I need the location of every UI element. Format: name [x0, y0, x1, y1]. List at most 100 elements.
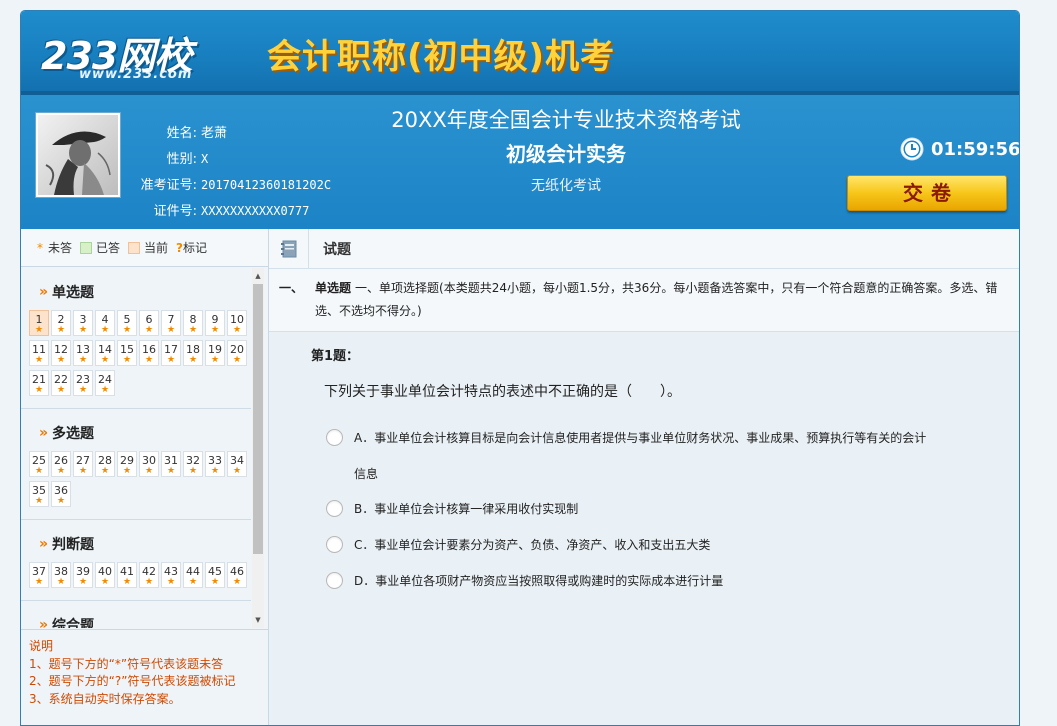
- question-button[interactable]: 25 ★: [29, 451, 49, 477]
- question-button[interactable]: 4 ★: [95, 310, 115, 336]
- instructions-note: 说明 1、题号下方的“*”符号代表该题未答 2、题号下方的“?”符号代表该题被标…: [21, 629, 268, 725]
- question-button[interactable]: 5 ★: [117, 310, 137, 336]
- question-button[interactable]: 8 ★: [183, 310, 203, 336]
- unanswered-star-icon: ★: [78, 577, 88, 587]
- question-mark-icon: ?: [176, 240, 184, 255]
- question-number-label: 28: [98, 454, 112, 467]
- unanswered-star-icon: ★: [122, 466, 132, 476]
- question-grid: 25 ★ 26 ★ 27 ★ 28 ★ 29 ★ 30 ★ 31 ★ 32 ★ 33 ★ 34 ★ 35 ★ 36 ★: [29, 451, 251, 511]
- question-button[interactable]: 1 ★: [29, 310, 49, 336]
- question-button[interactable]: 9 ★: [205, 310, 225, 336]
- legend-current: 当前: [128, 239, 168, 256]
- question-button[interactable]: 15 ★: [117, 340, 137, 366]
- question-button[interactable]: 19 ★: [205, 340, 225, 366]
- section-title: » 单选题: [39, 282, 251, 302]
- question-button[interactable]: 18 ★: [183, 340, 203, 366]
- unanswered-star-icon: ★: [210, 355, 220, 365]
- question-button[interactable]: 27 ★: [73, 451, 93, 477]
- question-button[interactable]: 29 ★: [117, 451, 137, 477]
- option-c-radio[interactable]: [326, 536, 343, 553]
- exam-type: 无纸化考试: [531, 178, 601, 194]
- question-button[interactable]: 23 ★: [73, 370, 93, 396]
- option-d-radio[interactable]: [326, 572, 343, 589]
- question-button[interactable]: 24 ★: [95, 370, 115, 396]
- question-button[interactable]: 13 ★: [73, 340, 93, 366]
- option-b[interactable]: B．事业单位会计核算一律采用收付实现制: [326, 500, 578, 518]
- unanswered-star-icon: ★: [100, 385, 110, 395]
- notebook-icon: [280, 240, 296, 257]
- question-number-label: 43: [164, 565, 178, 578]
- question-number-label: 10: [230, 313, 244, 326]
- question-button[interactable]: 10 ★: [227, 310, 247, 336]
- unanswered-star-icon: ★: [188, 466, 198, 476]
- question-button[interactable]: 22 ★: [51, 370, 71, 396]
- question-button[interactable]: 3 ★: [73, 310, 93, 336]
- question-button[interactable]: 42 ★: [139, 562, 159, 588]
- unanswered-star-icon: ★: [56, 355, 66, 365]
- option-a-text[interactable]: A．事业单位会计核算目标是向会计信息使用者提供与事业单位财务状况、事业成果、预算…: [354, 420, 934, 492]
- scrollbar-thumb[interactable]: [253, 284, 263, 554]
- option-b-radio[interactable]: [326, 500, 343, 517]
- section-title-label: 单选题: [52, 285, 95, 301]
- question-button[interactable]: 16 ★: [139, 340, 159, 366]
- question-button[interactable]: 20 ★: [227, 340, 247, 366]
- question-button[interactable]: 34 ★: [227, 451, 247, 477]
- question-list-scrollbar[interactable]: ▲ ▼: [252, 268, 264, 628]
- question-button[interactable]: 30 ★: [139, 451, 159, 477]
- question-button[interactable]: 40 ★: [95, 562, 115, 588]
- unanswered-star-icon: ★: [122, 355, 132, 365]
- question-number-label: 1: [35, 313, 43, 326]
- question-button[interactable]: 17 ★: [161, 340, 181, 366]
- question-button[interactable]: 6 ★: [139, 310, 159, 336]
- scroll-down-icon[interactable]: ▼: [253, 614, 263, 626]
- unanswered-star-icon: ★: [78, 466, 88, 476]
- unanswered-star-icon: ★: [56, 466, 66, 476]
- question-button[interactable]: 14 ★: [95, 340, 115, 366]
- question-button[interactable]: 12 ★: [51, 340, 71, 366]
- question-button[interactable]: 38 ★: [51, 562, 71, 588]
- question-button[interactable]: 11 ★: [29, 340, 49, 366]
- candidate-info-panel: 姓名: 老萧 性别: X 准考证号: 20170412360181202C 证件号: X…: [21, 95, 1019, 229]
- option-a[interactable]: A．事业单位会计核算目标是向会计信息使用者提供与事业单位财务状况、事业成果、预算…: [326, 429, 934, 492]
- question-button[interactable]: 26 ★: [51, 451, 71, 477]
- question-number-label: 5: [123, 313, 131, 326]
- exam-subject: 初级会计实务: [506, 142, 626, 166]
- question-number-label: 24: [98, 373, 112, 386]
- question-button[interactable]: 2 ★: [51, 310, 71, 336]
- question-button[interactable]: 28 ★: [95, 451, 115, 477]
- question-button[interactable]: 31 ★: [161, 451, 181, 477]
- question-button[interactable]: 44 ★: [183, 562, 203, 588]
- question-button[interactable]: 45 ★: [205, 562, 225, 588]
- question-number-label: 3: [79, 313, 87, 326]
- question-button[interactable]: 32 ★: [183, 451, 203, 477]
- unanswered-star-icon: ★: [144, 577, 154, 587]
- unanswered-star-icon: ★: [210, 325, 220, 335]
- question-button[interactable]: 35 ★: [29, 481, 49, 507]
- question-button[interactable]: 39 ★: [73, 562, 93, 588]
- question-button[interactable]: 37 ★: [29, 562, 49, 588]
- answered-swatch-icon: [80, 241, 93, 254]
- question-button[interactable]: 7 ★: [161, 310, 181, 336]
- scroll-up-icon[interactable]: ▲: [253, 270, 263, 282]
- question-button[interactable]: 36 ★: [51, 481, 71, 507]
- clock-icon: [900, 137, 924, 161]
- option-c[interactable]: C．事业单位会计要素分为资产、负债、净资产、收入和支出五大类: [326, 536, 710, 554]
- option-c-text[interactable]: C．事业单位会计要素分为资产、负债、净资产、收入和支出五大类: [354, 536, 710, 554]
- unanswered-star-icon: ★: [78, 355, 88, 365]
- question-number-label: 18: [186, 343, 200, 356]
- option-d-text[interactable]: D．事业单位各项财产物资应当按照取得或购建时的实际成本进行计量: [354, 572, 723, 590]
- question-button[interactable]: 33 ★: [205, 451, 225, 477]
- submit-exam-button[interactable]: 交卷: [847, 175, 1007, 211]
- option-d[interactable]: D．事业单位各项财产物资应当按照取得或购建时的实际成本进行计量: [326, 572, 723, 590]
- section-title-label: 判断题: [52, 537, 95, 553]
- question-button[interactable]: 46 ★: [227, 562, 247, 588]
- double-chevron-icon: »: [39, 284, 49, 300]
- question-list[interactable]: » 单选题 1 ★ 2 ★ 3 ★ 4 ★ 5 ★ 6 ★ 7 ★ 8 ★ 9 ★ 10 ★ 11 ★ 12 ★ 13 ★ 14 ★ 15 ★…: [21, 268, 251, 628]
- option-b-text[interactable]: B．事业单位会计核算一律采用收付实现制: [354, 500, 578, 518]
- question-button[interactable]: 41 ★: [117, 562, 137, 588]
- option-a-radio[interactable]: [326, 429, 343, 446]
- question-button[interactable]: 21 ★: [29, 370, 49, 396]
- question-button[interactable]: 43 ★: [161, 562, 181, 588]
- unanswered-star-icon: ★: [100, 466, 110, 476]
- double-chevron-icon: »: [39, 425, 49, 441]
